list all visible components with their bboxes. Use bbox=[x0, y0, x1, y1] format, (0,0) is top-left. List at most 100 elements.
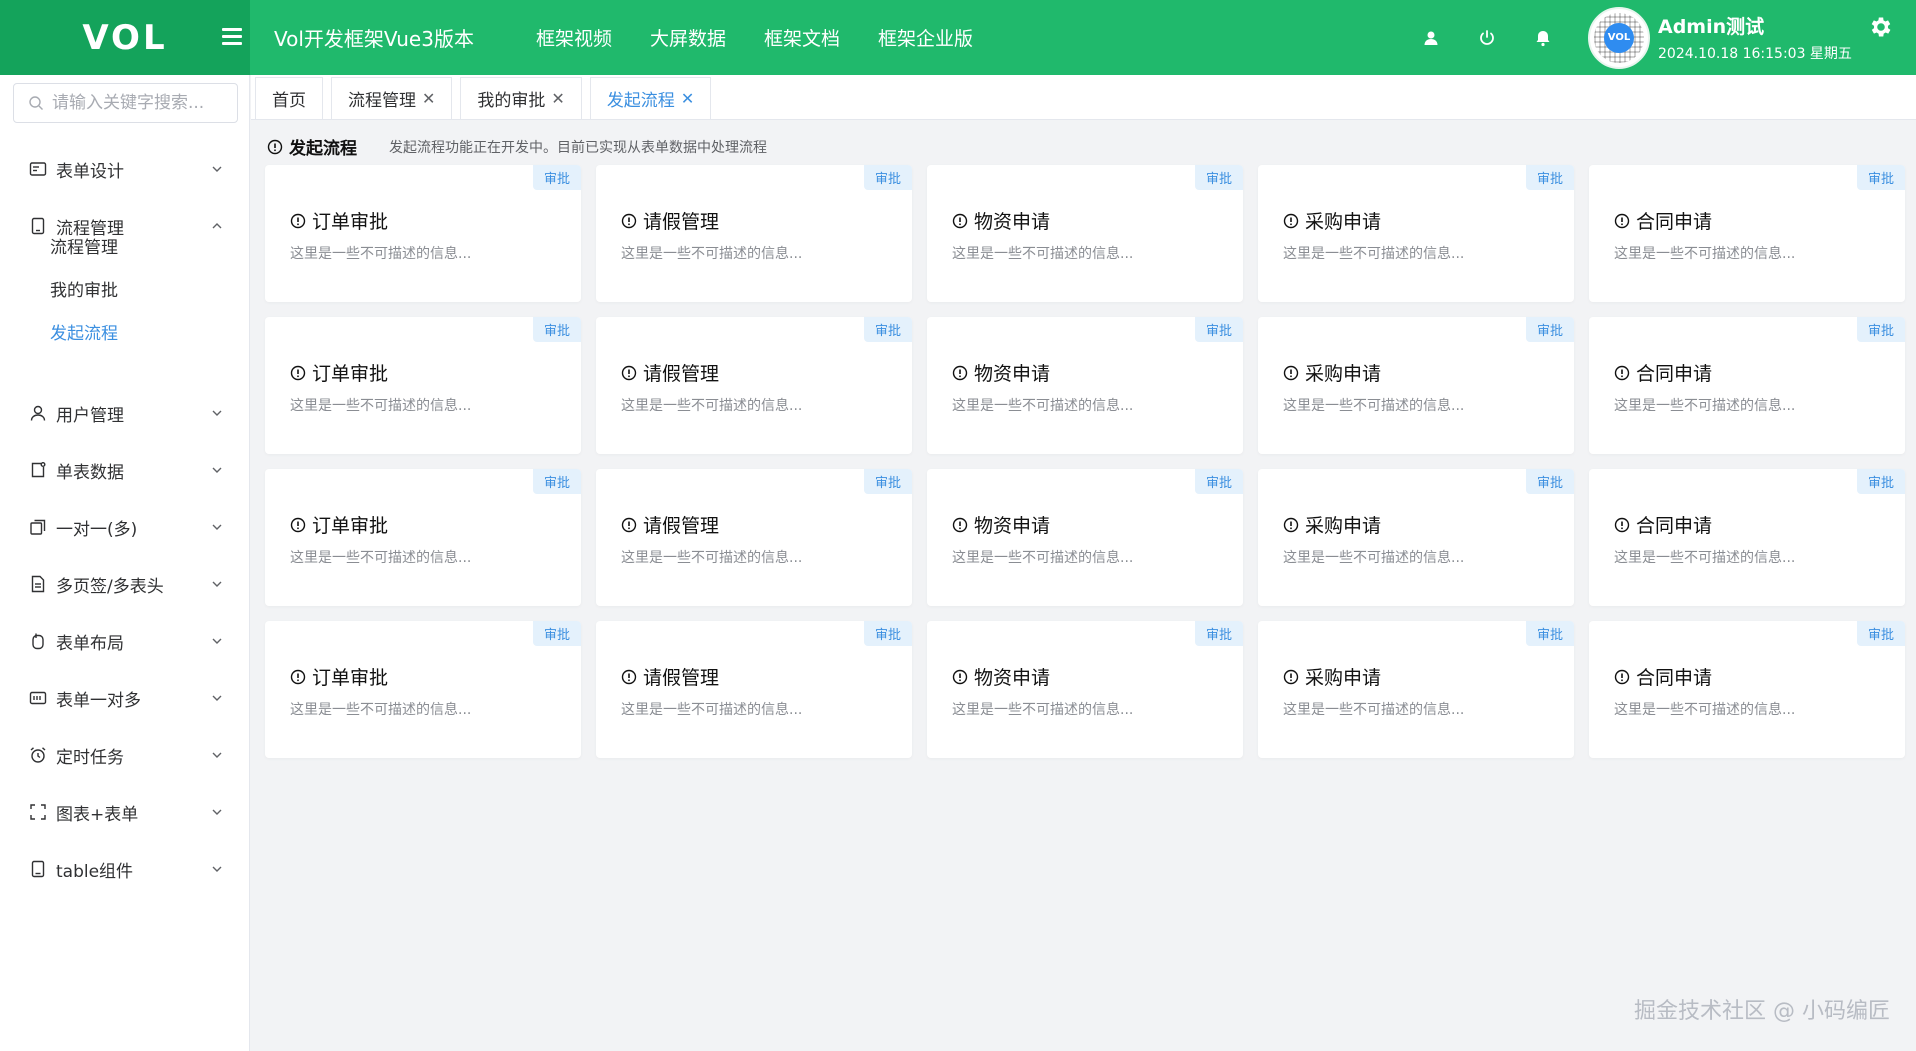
workflow-card[interactable]: 审批 请假管理 这里是一些不可描述的信息... bbox=[596, 469, 912, 606]
app-title: Vol开发框架Vue3版本 bbox=[274, 27, 474, 51]
info-circle-icon bbox=[1614, 213, 1630, 228]
workflow-card[interactable]: 审批 合同申请 这里是一些不可描述的信息... bbox=[1589, 621, 1905, 758]
info-circle-icon bbox=[621, 365, 637, 380]
card-description: 这里是一些不可描述的信息... bbox=[1614, 550, 1796, 566]
card-title-text: 请假管理 bbox=[643, 667, 720, 689]
chevron-down-icon bbox=[212, 467, 222, 473]
card-description: 这里是一些不可描述的信息... bbox=[1614, 702, 1796, 718]
close-icon[interactable]: ✕ bbox=[551, 89, 564, 108]
workflow-card[interactable]: 审批 物资申请 这里是一些不可描述的信息... bbox=[927, 317, 1243, 454]
sidebar-subitem-my-approvals[interactable]: 我的审批 bbox=[50, 276, 118, 301]
sidebar-item-label: 多页签/多表头 bbox=[56, 576, 164, 597]
sidebar-item-form-layout[interactable]: 表单布局 bbox=[0, 617, 250, 665]
tab-workflow-manage[interactable]: 流程管理 ✕ bbox=[331, 77, 453, 119]
workflow-card[interactable]: 审批 物资申请 这里是一些不可描述的信息... bbox=[927, 621, 1243, 758]
card-title: 合同申请 bbox=[1614, 511, 1712, 538]
workflow-card[interactable]: 审批 采购申请 这里是一些不可描述的信息... bbox=[1258, 165, 1574, 302]
card-title: 采购申请 bbox=[1283, 511, 1381, 538]
info-circle-icon bbox=[1614, 517, 1630, 532]
tab-home[interactable]: 首页 bbox=[255, 77, 323, 119]
close-icon[interactable]: ✕ bbox=[422, 89, 435, 108]
sidebar-item-form-one-many[interactable]: 表单一对多 bbox=[0, 674, 250, 722]
menu-toggle-icon[interactable] bbox=[222, 28, 242, 46]
workflow-card[interactable]: 审批 采购申请 这里是一些不可描述的信息... bbox=[1258, 621, 1574, 758]
info-circle-icon bbox=[1283, 517, 1299, 532]
approval-badge: 审批 bbox=[532, 317, 581, 342]
top-header: VOL Vol开发框架Vue3版本 框架视频 大屏数据 框架文档 框架企业版 V… bbox=[0, 0, 1916, 75]
chevron-down-icon bbox=[212, 695, 222, 701]
sidebar-item-label: 表单设计 bbox=[56, 161, 124, 182]
workflow-card[interactable]: 审批 合同申请 这里是一些不可描述的信息... bbox=[1589, 469, 1905, 606]
info-circle-icon bbox=[267, 139, 283, 154]
card-description: 这里是一些不可描述的信息... bbox=[621, 398, 803, 414]
user-profile-icon[interactable] bbox=[1420, 27, 1442, 49]
card-title-text: 物资申请 bbox=[974, 667, 1051, 689]
workflow-card[interactable]: 审批 订单审批 这里是一些不可描述的信息... bbox=[265, 469, 581, 606]
sidebar-item-label: 用户管理 bbox=[56, 405, 124, 426]
search-icon bbox=[29, 96, 43, 110]
approval-badge: 审批 bbox=[863, 165, 912, 190]
sidebar-item-multi-tab[interactable]: 多页签/多表头 bbox=[0, 560, 250, 608]
nav-link-dashboard[interactable]: 大屏数据 bbox=[650, 24, 726, 51]
info-circle-icon bbox=[952, 365, 968, 380]
workflow-card[interactable]: 审批 采购申请 这里是一些不可描述的信息... bbox=[1258, 317, 1574, 454]
gear-icon[interactable] bbox=[1868, 14, 1894, 40]
workflow-card[interactable]: 审批 订单审批 这里是一些不可描述的信息... bbox=[265, 165, 581, 302]
card-title-text: 订单审批 bbox=[312, 515, 389, 537]
sidebar-item-form-design[interactable]: 表单设计 bbox=[0, 145, 250, 193]
card-description: 这里是一些不可描述的信息... bbox=[1614, 246, 1796, 262]
sidebar-item-chart-form[interactable]: 图表+表单 bbox=[0, 788, 250, 836]
watermark: 掘金技术社区 @ 小码编匠 bbox=[1634, 999, 1890, 1024]
close-icon[interactable]: ✕ bbox=[681, 89, 694, 108]
info-circle-icon bbox=[621, 213, 637, 228]
workflow-card[interactable]: 审批 合同申请 这里是一些不可描述的信息... bbox=[1589, 317, 1905, 454]
workflow-card[interactable]: 审批 合同申请 这里是一些不可描述的信息... bbox=[1589, 165, 1905, 302]
approval-badge: 审批 bbox=[1856, 165, 1905, 190]
tab-label: 流程管理 bbox=[348, 91, 416, 111]
tab-my-approvals[interactable]: 我的审批 ✕ bbox=[460, 77, 582, 119]
workflow-card[interactable]: 审批 物资申请 这里是一些不可描述的信息... bbox=[927, 469, 1243, 606]
workflow-card[interactable]: 审批 订单审批 这里是一些不可描述的信息... bbox=[265, 317, 581, 454]
sidebar-item-workflow[interactable]: 流程管理 bbox=[0, 202, 250, 250]
workflow-card[interactable]: 审批 请假管理 这里是一些不可描述的信息... bbox=[596, 621, 912, 758]
card-description: 这里是一些不可描述的信息... bbox=[290, 702, 472, 718]
sidebar-item-users[interactable]: 用户管理 bbox=[0, 389, 250, 437]
tab-start-workflow[interactable]: 发起流程 ✕ bbox=[589, 77, 712, 119]
approval-badge: 审批 bbox=[1856, 621, 1905, 646]
nav-link-video[interactable]: 框架视频 bbox=[536, 24, 612, 51]
sidebar-subitem-workflow-manage[interactable]: 流程管理 bbox=[50, 233, 118, 258]
sidebar-subitem-start-workflow[interactable]: 发起流程 bbox=[50, 319, 118, 344]
form-layout-icon bbox=[28, 631, 48, 651]
page-description: 发起流程功能正在开发中。目前已实现从表单数据中处理流程 bbox=[389, 139, 767, 156]
sidebar-item-one-to-one[interactable]: 一对一(多) bbox=[0, 503, 250, 551]
sidebar-item-scheduled-tasks[interactable]: 定时任务 bbox=[0, 731, 250, 779]
search-input[interactable] bbox=[52, 93, 232, 113]
power-icon[interactable] bbox=[1476, 27, 1498, 49]
workflow-card[interactable]: 审批 物资申请 这里是一些不可描述的信息... bbox=[927, 165, 1243, 302]
card-title: 采购申请 bbox=[1283, 207, 1381, 234]
one-to-one-icon bbox=[28, 517, 48, 537]
nav-link-docs[interactable]: 框架文档 bbox=[764, 24, 840, 51]
card-description: 这里是一些不可描述的信息... bbox=[952, 550, 1134, 566]
avatar[interactable]: VOL bbox=[1588, 6, 1650, 69]
workflow-card[interactable]: 审批 请假管理 这里是一些不可描述的信息... bbox=[596, 317, 912, 454]
card-title: 订单审批 bbox=[290, 207, 388, 234]
user-info: Admin测试 2024.10.18 16:15:03 星期五 bbox=[1658, 12, 1858, 63]
sidebar-item-label: 图表+表单 bbox=[56, 804, 139, 825]
sidebar-search[interactable] bbox=[13, 83, 238, 123]
approval-badge: 审批 bbox=[1525, 469, 1574, 494]
chevron-down-icon bbox=[212, 866, 222, 872]
sidebar-item-table-component[interactable]: table组件 bbox=[0, 845, 250, 893]
sidebar-item-single-table[interactable]: 单表数据 bbox=[0, 446, 250, 494]
bell-icon[interactable] bbox=[1532, 27, 1554, 49]
nav-link-enterprise[interactable]: 框架企业版 bbox=[878, 24, 973, 51]
workflow-card[interactable]: 审批 采购申请 这里是一些不可描述的信息... bbox=[1258, 469, 1574, 606]
workflow-card[interactable]: 审批 订单审批 这里是一些不可描述的信息... bbox=[265, 621, 581, 758]
workflow-card[interactable]: 审批 请假管理 这里是一些不可描述的信息... bbox=[596, 165, 912, 302]
info-circle-icon bbox=[952, 213, 968, 228]
tab-label: 首页 bbox=[272, 91, 306, 111]
card-description: 这里是一些不可描述的信息... bbox=[1614, 398, 1796, 414]
multi-tab-icon bbox=[28, 574, 48, 594]
chevron-down-icon bbox=[212, 524, 222, 530]
form-design-icon bbox=[28, 159, 48, 179]
